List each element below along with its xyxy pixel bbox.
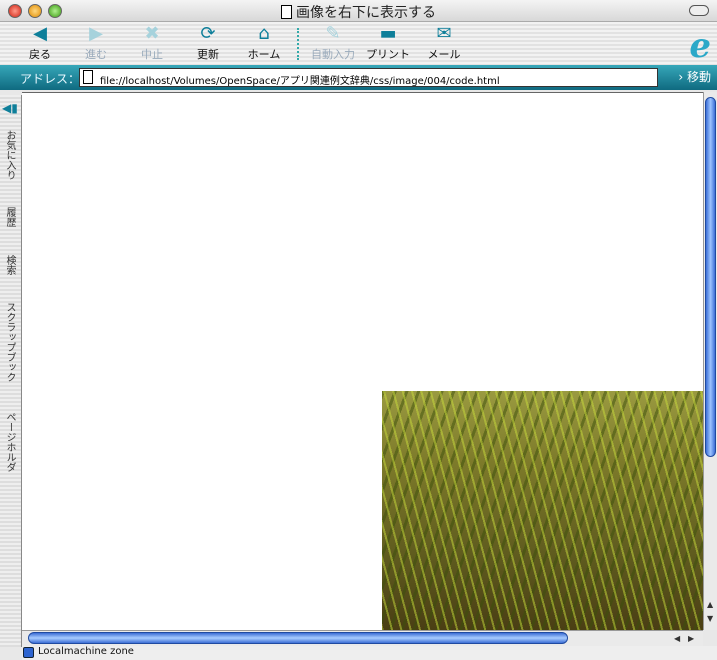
autofill-icon: ✎ (325, 23, 341, 44)
stop-icon: ✖ (144, 23, 160, 44)
mail-label: メール (427, 48, 461, 61)
autofill-label: 自動入力 (311, 48, 355, 61)
sidebar-tab-page-holder[interactable]: ページホルダ (2, 412, 17, 472)
document-icon (281, 5, 292, 19)
home-button[interactable]: ⌂ ホーム (239, 24, 289, 62)
back-button[interactable]: ◀ 戻る (15, 24, 65, 62)
refresh-label: 更新 (197, 48, 219, 61)
window-title: 画像を右下に表示する (0, 2, 717, 22)
toolbar: ◀ 戻る ▶ 進む ✖ 中止 ⟳ 更新 ⌂ ホーム ✎ 自動入力 ▬ プリント ✉ メール (0, 22, 717, 65)
sidebar-tab-scrapbook[interactable]: スクラップブック (2, 302, 17, 382)
horizontal-scrollbar[interactable]: ◀ ▶ (22, 630, 703, 646)
home-icon: ⌂ (258, 23, 270, 44)
back-label: 戻る (29, 48, 51, 61)
stop-label: 中止 (141, 48, 163, 61)
forward-arrow-icon: ▶ (89, 23, 103, 44)
zone-icon (23, 647, 34, 658)
scroll-right-icon[interactable]: ▶ (688, 634, 694, 643)
sidebar-tab-search[interactable]: 検索 (2, 255, 17, 275)
explorer-bar: ◀▮ お気に入り 履歴 検索 スクラップブック ページホルダ (0, 95, 22, 647)
forward-button[interactable]: ▶ 進む (71, 24, 121, 62)
mail-button[interactable]: ✉ メール (419, 24, 469, 62)
vertical-scrollbar[interactable]: ▲ ▼ (703, 92, 717, 630)
refresh-icon: ⟳ (200, 23, 216, 44)
toolbar-toggle-button[interactable] (689, 5, 709, 16)
home-label: ホーム (247, 48, 281, 61)
print-label: プリント (366, 48, 410, 61)
sidebar-toggle-icon[interactable]: ◀▮ (2, 101, 18, 115)
vertical-scroll-thumb[interactable] (705, 97, 716, 457)
autofill-button[interactable]: ✎ 自動入力 (307, 24, 359, 62)
ie-logo-icon: e (689, 26, 711, 66)
scroll-up-icon[interactable]: ▲ (707, 600, 713, 609)
back-arrow-icon: ◀ (33, 23, 47, 44)
forward-label: 進む (85, 48, 107, 61)
rice-field-image (382, 391, 703, 631)
toolbar-divider (297, 28, 299, 60)
horizontal-scroll-thumb[interactable] (28, 632, 568, 644)
status-bar: Localmachine zone (22, 646, 717, 660)
zone-label: Localmachine zone (38, 646, 134, 657)
address-bar: アドレス： file://localhost/Volumes/OpenSpace… (0, 65, 717, 90)
go-button[interactable]: › 移動 (678, 68, 711, 85)
refresh-button[interactable]: ⟳ 更新 (183, 24, 233, 62)
stop-button[interactable]: ✖ 中止 (127, 24, 177, 62)
page-content (22, 92, 703, 631)
address-label: アドレス： (20, 72, 81, 86)
address-url: file://localhost/Volumes/OpenSpace/アプリ関連… (100, 76, 500, 87)
sidebar-tab-history[interactable]: 履歴 (2, 207, 17, 227)
address-input[interactable]: file://localhost/Volumes/OpenSpace/アプリ関連… (79, 68, 658, 87)
print-button[interactable]: ▬ プリント (363, 24, 413, 62)
scroll-down-icon[interactable]: ▼ (707, 614, 713, 623)
mail-icon: ✉ (436, 23, 452, 44)
print-icon: ▬ (379, 23, 397, 44)
page-icon (83, 70, 93, 84)
title-bar: 画像を右下に表示する (0, 0, 717, 22)
sidebar-tab-favorites[interactable]: お気に入り (2, 130, 17, 180)
go-label: 移動 (686, 70, 711, 84)
scroll-left-icon[interactable]: ◀ (674, 634, 680, 643)
window-title-text: 画像を右下に表示する (296, 5, 436, 21)
